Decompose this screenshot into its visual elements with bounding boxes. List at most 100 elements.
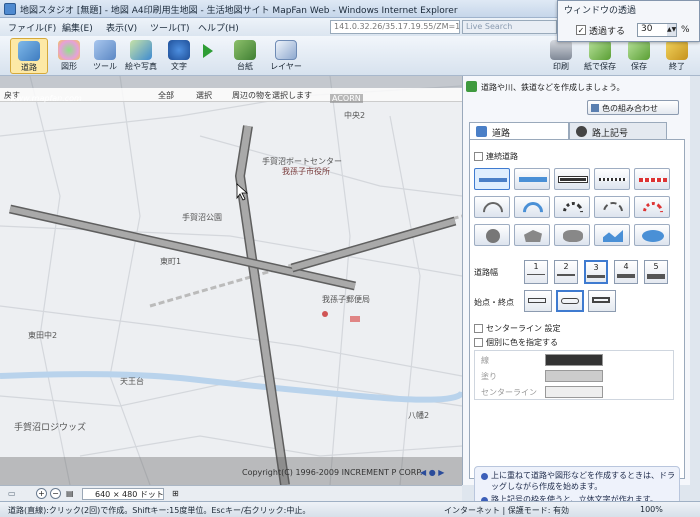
tool-exit-label: 終了 bbox=[669, 62, 685, 71]
print-icon bbox=[550, 40, 572, 60]
tool-text-label: 文字 bbox=[171, 62, 187, 71]
select-button[interactable]: 選択 bbox=[196, 90, 212, 101]
arc-style-3-button[interactable] bbox=[554, 196, 590, 227]
tool-exit-button[interactable]: 終了 bbox=[658, 38, 696, 74]
play-button[interactable] bbox=[196, 38, 220, 74]
search-input[interactable]: Live Search bbox=[462, 20, 557, 34]
tool-ledger-label: 台紙 bbox=[237, 62, 253, 71]
tab-road[interactable]: 道路 bbox=[469, 122, 569, 140]
menu-file[interactable]: ファイル(F) bbox=[8, 21, 56, 34]
tool-save-button[interactable]: 保存 bbox=[620, 38, 658, 74]
shape-pentagon-button[interactable] bbox=[514, 224, 550, 246]
tool-photo-button[interactable]: 絵や写真 bbox=[122, 38, 160, 74]
road-style-2-button[interactable] bbox=[514, 168, 550, 190]
map-hint: 周辺の物を選択します bbox=[232, 91, 312, 100]
arc-style-1-button[interactable] bbox=[474, 196, 510, 227]
menu-view[interactable]: 表示(V) bbox=[106, 21, 137, 34]
tool-ledger-button[interactable]: 台紙 bbox=[226, 38, 264, 74]
shape-wave-button[interactable] bbox=[594, 224, 630, 246]
fit-icon[interactable]: ⊞ bbox=[172, 489, 179, 498]
road-style-3-button[interactable] bbox=[554, 168, 590, 190]
text-icon bbox=[168, 40, 190, 60]
spinner-arrows-icon[interactable]: ▲▼ bbox=[667, 24, 676, 36]
tab-road-label: 道路 bbox=[492, 129, 511, 139]
exit-icon bbox=[666, 40, 688, 60]
arc-style-2-button[interactable] bbox=[514, 196, 550, 227]
panel-tabs: 道路 路上記号 bbox=[469, 122, 685, 140]
shape-cloud-button[interactable] bbox=[634, 224, 670, 246]
zoom-out-icon[interactable]: − bbox=[50, 488, 61, 499]
continuous-road-checkbox[interactable] bbox=[474, 152, 483, 161]
tool-layer-button[interactable]: レイヤー bbox=[264, 38, 308, 74]
road-width-5-button[interactable]: 5 bbox=[644, 260, 668, 284]
road-width-4-text: 4 bbox=[623, 262, 629, 271]
opacity-checkbox[interactable]: ✓ bbox=[576, 25, 586, 35]
select-all-button[interactable]: 全部 bbox=[158, 90, 174, 101]
tool-tool-label: ツール bbox=[93, 62, 117, 71]
fill-color-swatch[interactable] bbox=[545, 370, 603, 382]
tool-road-button[interactable]: 道路 bbox=[10, 38, 48, 74]
opacity-checkbox-label: 透過する bbox=[589, 27, 626, 37]
joint-flat-button[interactable] bbox=[588, 290, 616, 312]
tool-shape-label: 図形 bbox=[61, 62, 77, 71]
photo-icon bbox=[130, 40, 152, 60]
road-width-1-button[interactable]: 1 bbox=[524, 260, 548, 284]
status-message: 道路(直線):クリック(2回)で作成。Shiftキー:15度単位。Escキー/右… bbox=[8, 506, 311, 515]
tool-shape-button[interactable]: 図形 bbox=[50, 38, 88, 74]
joint-round-button[interactable] bbox=[556, 290, 584, 312]
centerline-color-swatch[interactable] bbox=[545, 386, 603, 398]
tab-road-sign-label: 路上記号 bbox=[592, 129, 629, 139]
panel-message: 道路や川、鉄道などを作成しましょう。 bbox=[481, 83, 625, 92]
zoom-level[interactable]: 100% bbox=[640, 505, 663, 514]
map-status-bar: ▭ + − ▤ 640 × 480 ドット ⊞ bbox=[0, 485, 462, 501]
map-canvas[interactable]: 戻す 全部 選択 周辺の物を選択します 中央2 ACORN 手賀沼ボートセンター… bbox=[0, 76, 462, 485]
road-width-3-button[interactable]: 3 bbox=[584, 260, 608, 284]
road-width-2-button[interactable]: 2 bbox=[554, 260, 578, 284]
centerline-checkbox[interactable] bbox=[474, 324, 483, 333]
tool-text-button[interactable]: 文字 bbox=[160, 38, 198, 74]
shape-icon bbox=[58, 40, 80, 60]
opacity-dialog: ウィンドウの透過 ✓ 透過する 30 ▲▼ % bbox=[557, 0, 700, 42]
window-title: 地図スタジオ [無題] - 地図 A4印刷用生地図 - 生活地図サイト MapF… bbox=[20, 6, 458, 16]
zoom-in-icon[interactable]: + bbox=[36, 488, 47, 499]
opacity-unit: % bbox=[681, 25, 690, 35]
label-mapfan-url: www.mapfan.com bbox=[10, 94, 82, 103]
tool-paper-save-button[interactable]: 紙で保存 bbox=[580, 38, 620, 74]
map-copyright: Copyright(C) 1996-2009 INCREMENT P CORP. bbox=[242, 468, 423, 477]
layout-icon[interactable]: ▤ bbox=[66, 489, 74, 498]
tool-photo-label: 絵や写真 bbox=[125, 62, 157, 71]
menu-tools[interactable]: ツール(T) bbox=[150, 21, 190, 34]
tool-print-button[interactable]: 印刷 bbox=[542, 38, 580, 74]
shape-circle-button[interactable] bbox=[474, 224, 510, 246]
joint-square-button[interactable] bbox=[524, 290, 552, 312]
label-higashimachi: 東町1 bbox=[160, 257, 182, 266]
road-style-4-button[interactable] bbox=[594, 168, 630, 190]
individual-color-checkbox[interactable] bbox=[474, 338, 483, 347]
opacity-dialog-title: ウィンドウの透過 bbox=[564, 6, 637, 16]
road-style-1-button[interactable] bbox=[474, 168, 510, 190]
road-sign-tab-icon bbox=[576, 126, 587, 137]
line-color-swatch[interactable] bbox=[545, 354, 603, 366]
color-group-box: 線 塗り センターライン bbox=[474, 350, 674, 400]
canvas-size-field[interactable]: 640 × 480 ドット bbox=[82, 488, 164, 500]
arc-style-5-button[interactable] bbox=[634, 196, 670, 227]
map-pan-arrows-icon[interactable]: ◀ ● ▶ bbox=[420, 468, 444, 477]
menu-help[interactable]: ヘルプ(H) bbox=[198, 21, 239, 34]
arc-style-4-button[interactable] bbox=[594, 196, 630, 227]
address-bar[interactable]: 141.0.32.26/35.17.19.55/ZM=11&CI=&A5A bbox=[330, 20, 460, 34]
road-width-4-button[interactable]: 4 bbox=[614, 260, 638, 284]
centerline-color-label: センターライン bbox=[481, 388, 537, 397]
road-style-5-button[interactable] bbox=[634, 168, 670, 190]
river-path bbox=[0, 371, 462, 403]
tab-road-sign[interactable]: 路上記号 bbox=[569, 122, 667, 140]
color-combination-button[interactable]: 色の組み合わせ bbox=[587, 100, 679, 115]
ledger-icon bbox=[234, 40, 256, 60]
tool-tool-button[interactable]: ツール bbox=[86, 38, 124, 74]
menu-edit[interactable]: 編集(E) bbox=[62, 21, 93, 34]
road-width-1-text: 1 bbox=[533, 262, 539, 271]
status-bar: 道路(直線):クリック(2回)で作成。Shiftキー:15度単位。Escキー/右… bbox=[0, 501, 700, 517]
shape-blob-button[interactable] bbox=[554, 224, 590, 246]
label-hachiman: 八幡2 bbox=[408, 411, 430, 420]
label-rojiwoods: 手賀沼ロジウッズ bbox=[14, 423, 87, 433]
paper-save-icon bbox=[589, 40, 611, 60]
